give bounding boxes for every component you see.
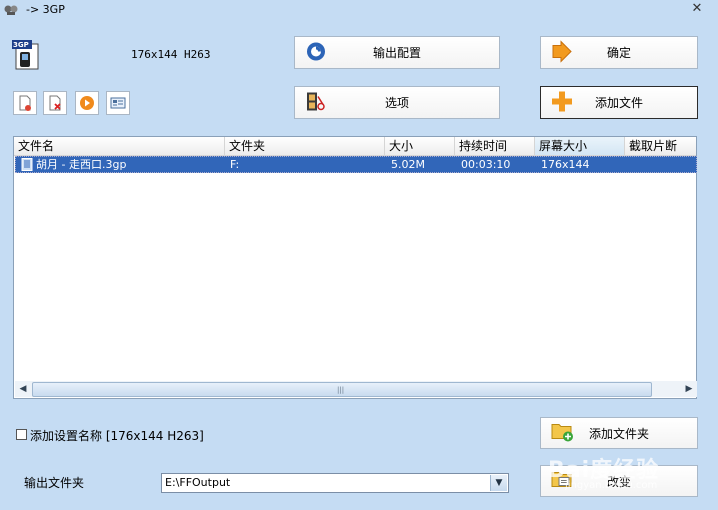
- clear-list-button[interactable]: [43, 91, 67, 115]
- output-folder-label: 输出文件夹: [24, 476, 85, 490]
- watermark-url: jingyan.baidu.com: [565, 480, 658, 491]
- app-icon: [4, 3, 18, 16]
- document-remove-icon: [19, 95, 31, 111]
- file-duration-cell: 00:03:10: [461, 158, 511, 171]
- column-header-folder[interactable]: 文件夹: [225, 137, 385, 155]
- column-header-name[interactable]: 文件名: [14, 137, 225, 155]
- info-card-icon: [110, 97, 126, 109]
- scroll-right-icon[interactable]: ▶: [682, 382, 696, 396]
- format-badge: 3GP: [13, 41, 29, 49]
- options-button[interactable]: 选项: [294, 86, 500, 119]
- remove-file-button[interactable]: [13, 91, 37, 115]
- add-folder-label: 添加文件夹: [588, 426, 649, 441]
- file-size-cell: 5.02M: [391, 158, 425, 171]
- options-label: 选项: [384, 96, 409, 110]
- grip-icon: |||: [337, 386, 345, 394]
- window-title: -> 3GP: [26, 3, 65, 16]
- add-setting-name-checkbox[interactable]: [16, 429, 27, 440]
- file-folder-cell: F:: [230, 158, 240, 171]
- column-header-size[interactable]: 大小: [385, 137, 455, 155]
- title-bar: [0, 0, 718, 20]
- add-file-button[interactable]: 添加文件: [540, 86, 698, 119]
- document-delete-icon: [49, 95, 61, 111]
- scrollbar-thumb[interactable]: |||: [32, 382, 652, 397]
- file-screen-size-cell: 176x144: [541, 158, 590, 171]
- add-file-label: 添加文件: [594, 96, 643, 110]
- close-icon[interactable]: ✕: [690, 2, 704, 16]
- output-config-label: 输出配置: [372, 46, 421, 60]
- scroll-left-icon[interactable]: ◀: [16, 382, 30, 396]
- table-row[interactable]: 胡月 - 走西口.3gp F: 5.02M 00:03:10 176x144: [15, 156, 697, 173]
- output-config-button[interactable]: 输出配置: [294, 36, 500, 69]
- file-list[interactable]: 文件名 文件夹 大小 持续时间 屏幕大小 截取片断 胡月 - 走西口.3gp F…: [13, 136, 697, 399]
- chevron-down-icon[interactable]: ▼: [490, 475, 507, 491]
- add-folder-button[interactable]: 添加文件夹: [540, 417, 698, 449]
- add-setting-name-label: 添加设置名称 [176x144 H263]: [30, 429, 204, 443]
- ok-button[interactable]: 确定: [540, 36, 698, 69]
- file-name-cell: 胡月 - 走西口.3gp: [36, 158, 127, 171]
- column-header-screen-size[interactable]: 屏幕大小: [535, 137, 625, 155]
- horizontal-scrollbar[interactable]: ◀ ||| ▶: [15, 381, 697, 397]
- play-button[interactable]: [75, 91, 99, 115]
- ok-label: 确定: [606, 46, 631, 60]
- list-header: 文件名 文件夹 大小 持续时间 屏幕大小 截取片断: [14, 137, 696, 156]
- output-folder-select[interactable]: E:\FFOutput ▼: [161, 473, 509, 493]
- play-icon: [80, 96, 94, 110]
- profile-summary: 176x144 H263: [131, 48, 211, 61]
- output-folder-value: E:\FFOutput: [165, 476, 231, 489]
- column-header-duration[interactable]: 持续时间: [455, 137, 535, 155]
- file-icon: [21, 158, 33, 174]
- media-info-button[interactable]: [106, 91, 130, 115]
- column-header-clip[interactable]: 截取片断: [625, 137, 698, 155]
